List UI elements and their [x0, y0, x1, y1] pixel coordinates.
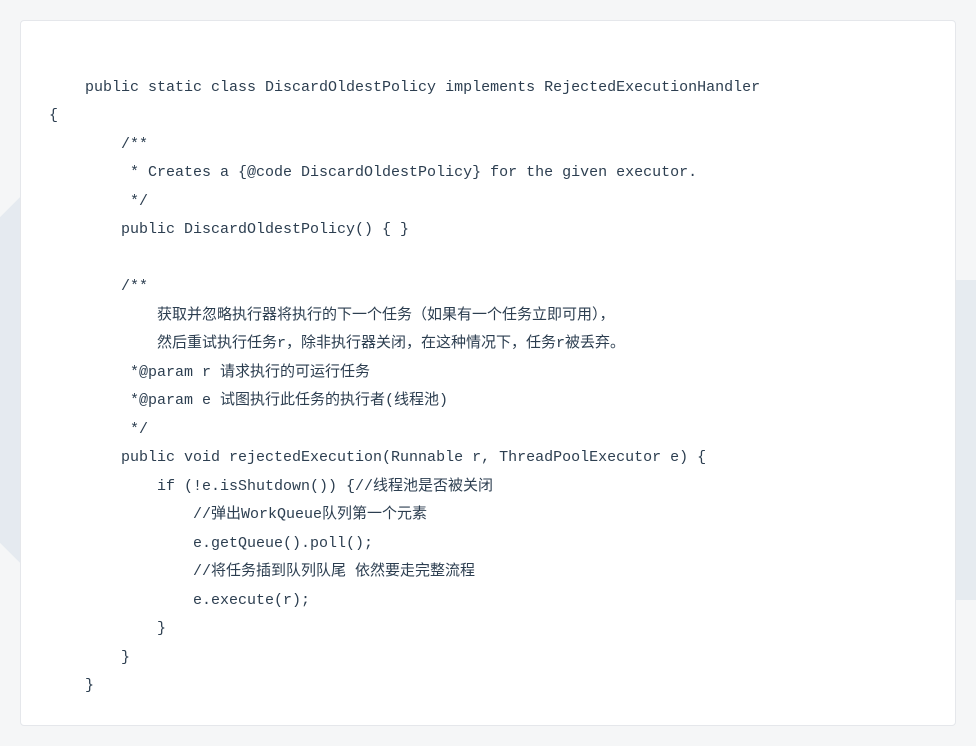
code-block-container: public static class DiscardOldestPolicy …: [20, 20, 956, 726]
code-content: public static class DiscardOldestPolicy …: [49, 45, 927, 701]
java-code: public static class DiscardOldestPolicy …: [49, 79, 760, 695]
